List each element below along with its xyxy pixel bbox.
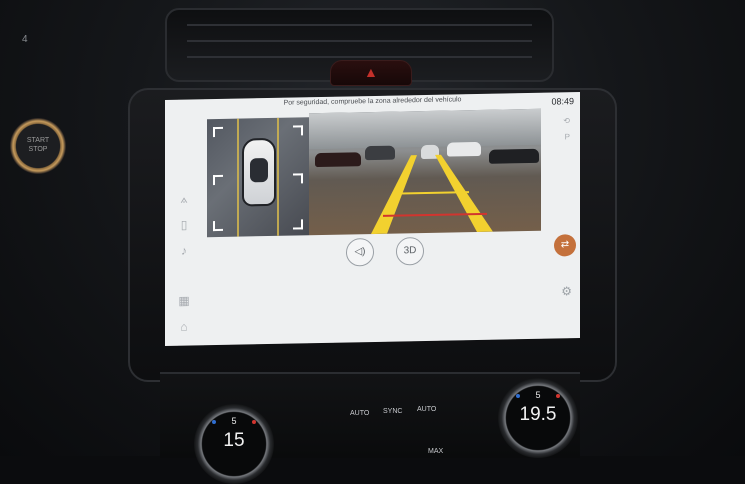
vehicle-top-view: [242, 137, 276, 207]
sound-icon: ◁): [354, 246, 366, 258]
right-fan-level: 5: [535, 390, 541, 400]
sync-button[interactable]: SYNC: [383, 408, 402, 415]
parking-icon[interactable]: P: [565, 132, 570, 141]
auto-left-button[interactable]: AUTO: [350, 410, 369, 417]
infotainment-screen: Por seguridad, compruebe la zona alreded…: [165, 92, 580, 347]
view-3d-button[interactable]: 3D: [396, 237, 424, 266]
left-temp-value: 15: [223, 430, 245, 451]
clock: 08:49: [551, 96, 574, 107]
camera-switch-icon: ⇄: [560, 239, 570, 251]
start-label: START: [26, 137, 50, 144]
steering-icon[interactable]: ⟲: [563, 116, 570, 125]
apps-icon[interactable]: ▦: [177, 294, 191, 308]
rear-camera-view[interactable]: [309, 108, 541, 236]
phone-icon[interactable]: ▯: [177, 218, 191, 232]
navigation-icon[interactable]: ⟑: [177, 192, 191, 206]
left-fan-level: 5: [231, 416, 237, 426]
right-temp-knob[interactable]: 5 19.5: [498, 378, 578, 458]
left-temp-knob[interactable]: 5 15: [194, 404, 274, 484]
view-3d-label: 3D: [403, 245, 417, 257]
stop-label: STOP: [28, 146, 48, 153]
home-icon[interactable]: ⌂: [177, 320, 191, 334]
sound-button[interactable]: ◁): [346, 237, 374, 267]
auto-right-button[interactable]: AUTO: [417, 406, 436, 413]
right-temp-value: 19.5: [519, 404, 557, 425]
right-rail: ⟲ P: [548, 110, 578, 339]
max-defrost-button[interactable]: MAX: [428, 448, 443, 455]
left-nav-rail: ⟑ ▯ ♪ ▦ ⌂: [173, 109, 195, 345]
gear-icon[interactable]: ⚙: [561, 284, 572, 298]
side-number: 4: [22, 34, 28, 45]
hazard-button[interactable]: ▲: [330, 60, 412, 86]
music-icon[interactable]: ♪: [177, 244, 191, 258]
triangle-warning-icon: ▲: [364, 64, 378, 80]
surround-view[interactable]: [207, 117, 309, 238]
start-stop-button[interactable]: START STOP: [10, 118, 66, 174]
parking-guides: [371, 154, 493, 235]
